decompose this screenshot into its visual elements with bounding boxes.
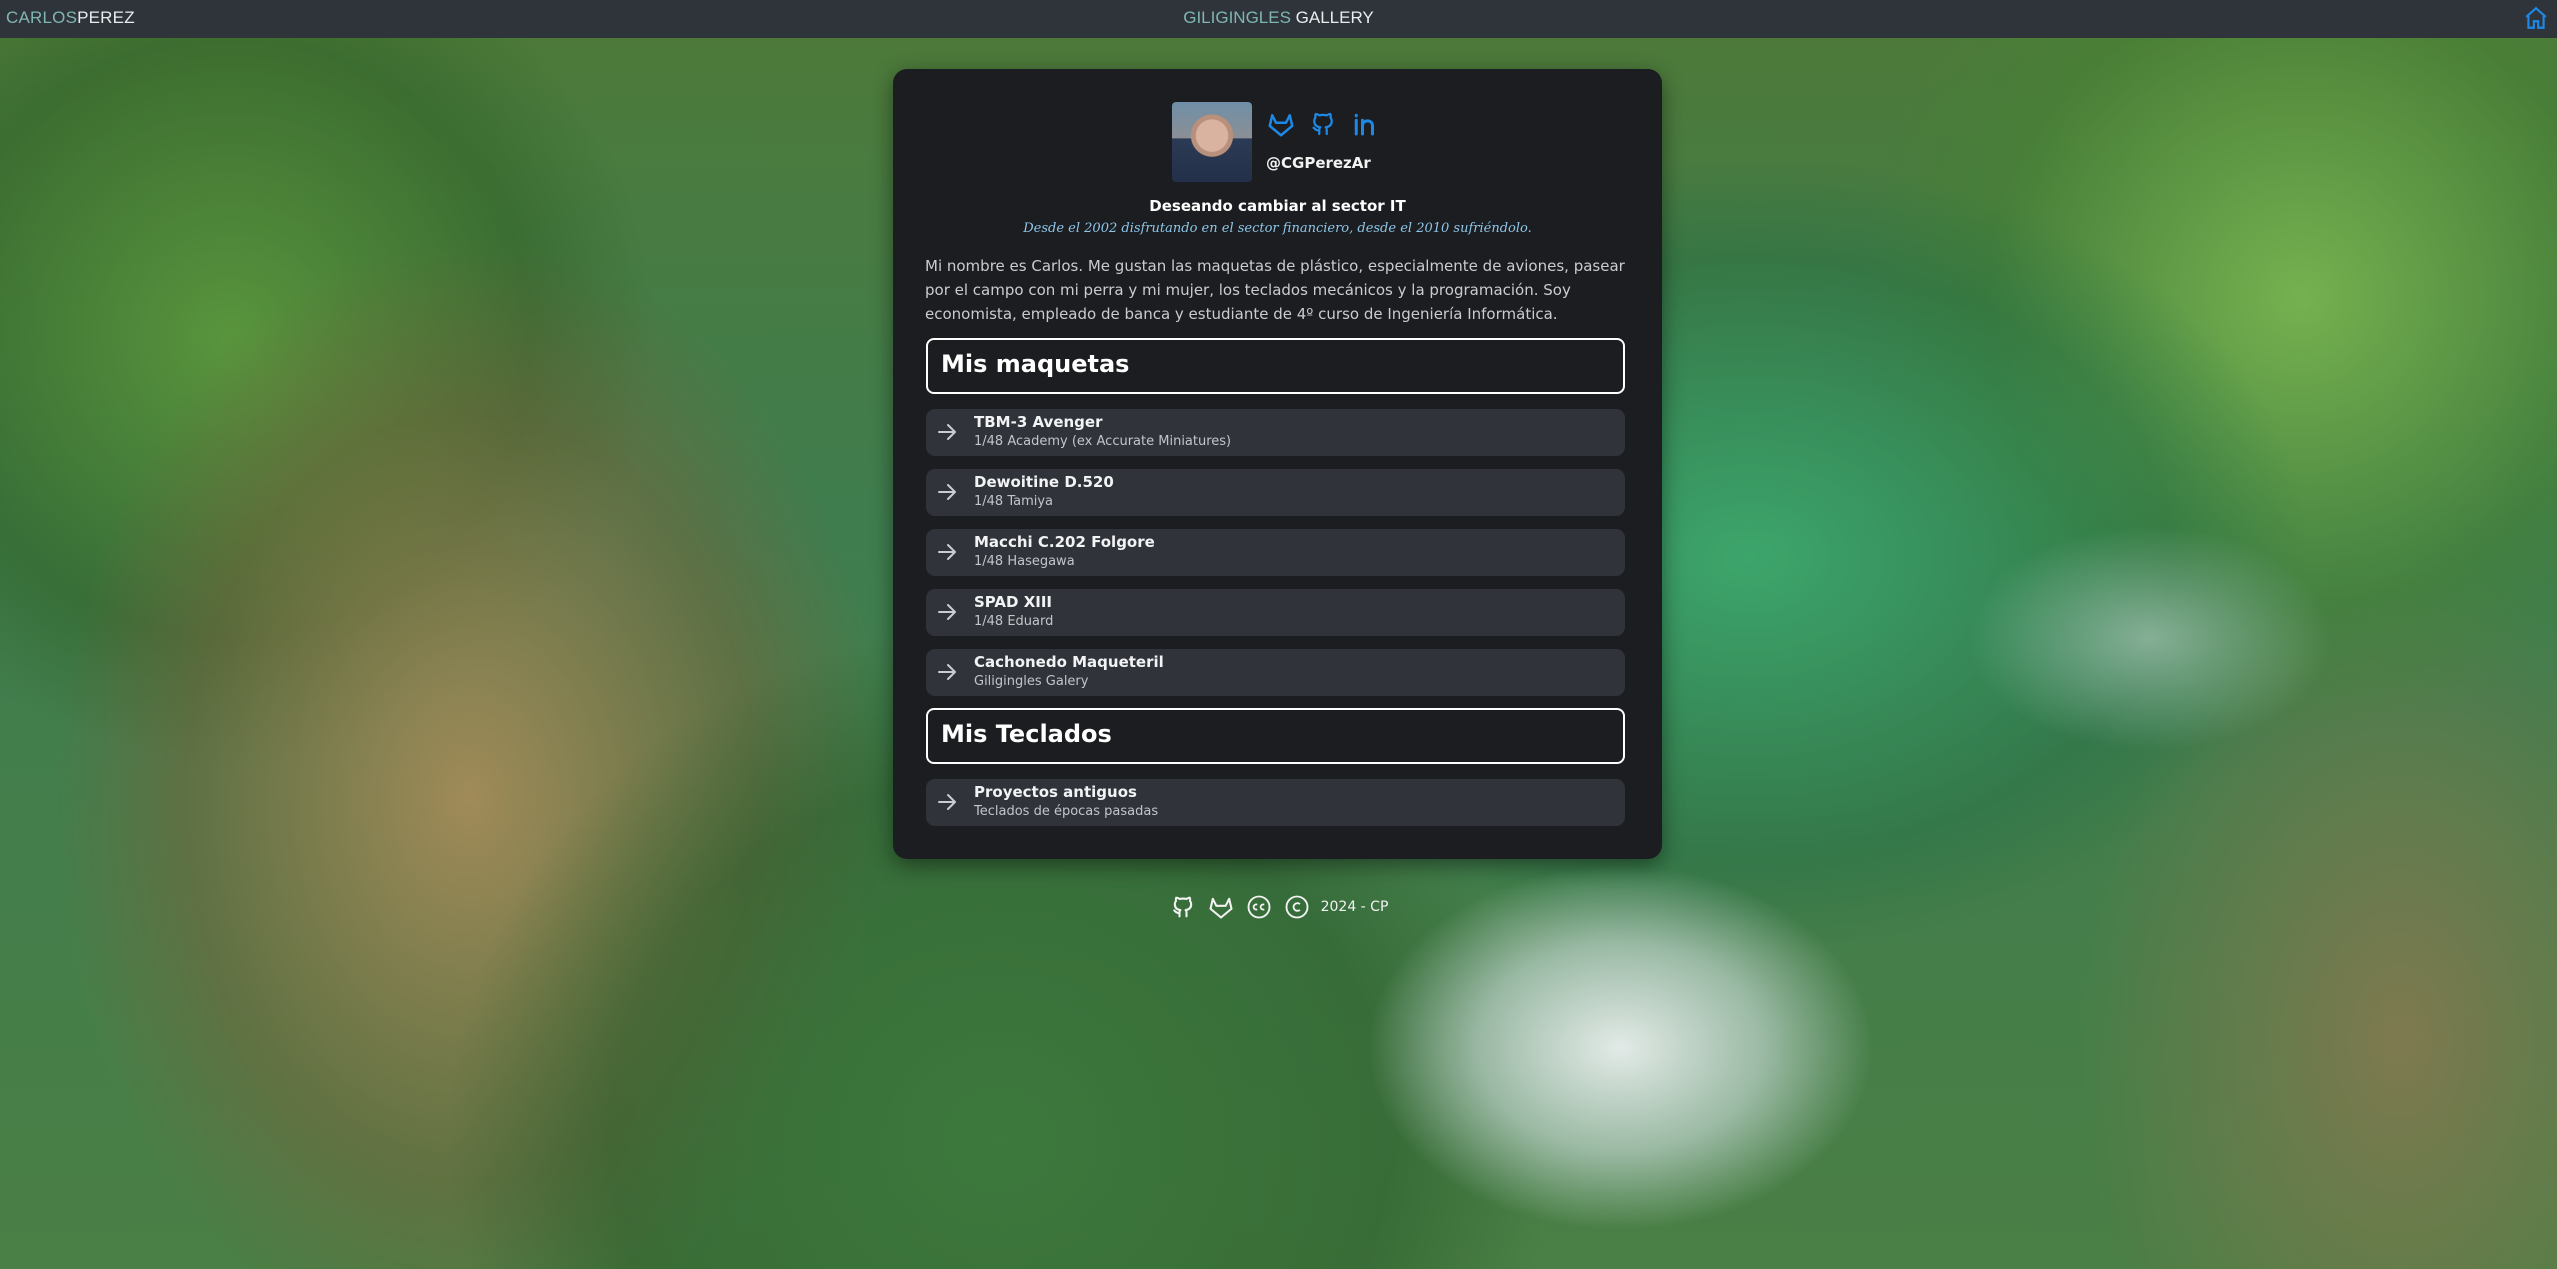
profile-bio: Mi nombre es Carlos. Me gustan las maque… (925, 257, 1625, 323)
social-links (1266, 109, 1380, 139)
github-icon[interactable] (1169, 893, 1197, 921)
item-title: Macchi C.202 Folgore (974, 533, 1155, 551)
profile-tagline: Deseando cambiar al sector IT (1149, 197, 1406, 215)
arrow-right-icon (938, 794, 956, 810)
gallery-title-link[interactable]: GILIGINGLES GALLERY (0, 8, 2557, 28)
profile-subtitle: Desde el 2002 disfrutando en el sector f… (1023, 221, 1532, 236)
item-title: TBM-3 Avenger (974, 413, 1103, 431)
item-subtitle: Giligingles Galery (974, 674, 1089, 689)
item-title: Dewoitine D.520 (974, 473, 1114, 491)
arrow-right-icon (938, 484, 956, 500)
item-title: SPAD XIII (974, 593, 1053, 611)
gallery-second: GALLERY (1295, 8, 1374, 27)
arrow-right-icon (938, 424, 956, 440)
top-navbar: CARLOSPEREZ GILIGINGLES GALLERY (0, 0, 2557, 38)
item-title: Proyectos antiguos (974, 783, 1137, 801)
item-title: Cachonedo Maqueteril (974, 653, 1164, 671)
item-subtitle: 1/48 Academy (ex Accurate Miniatures) (974, 434, 1232, 449)
section-heading: Mis maquetas (941, 350, 1130, 378)
list-item-cachonedo-maqueteril[interactable]: Cachonedo Maqueteril Giligingles Galery (926, 649, 1625, 696)
arrow-right-icon (938, 604, 956, 620)
gallery-first: GILIGINGLES (1183, 8, 1291, 27)
item-subtitle: 1/48 Eduard (974, 614, 1054, 629)
gitlab-icon[interactable] (1207, 893, 1235, 921)
gitlab-icon[interactable] (1266, 109, 1296, 139)
github-icon[interactable] (1308, 109, 1338, 139)
linkedin-icon[interactable] (1350, 109, 1380, 139)
list-item-dewoitine-d520[interactable]: Dewoitine D.520 1/48 Tamiya (926, 469, 1625, 516)
item-subtitle: Teclados de épocas pasadas (974, 804, 1159, 819)
arrow-right-icon (938, 664, 956, 680)
footer-text: 2024 - CP (1320, 899, 1389, 915)
arrow-right-icon (938, 544, 956, 560)
list-item-tbm3-avenger[interactable]: TBM-3 Avenger 1/48 Academy (ex Accurate … (926, 409, 1625, 456)
section-heading: Mis Teclados (941, 720, 1112, 748)
page-footer: 2024 - CP (0, 890, 2557, 924)
profile-handle: @CGPerezAr (1266, 154, 1371, 172)
avatar (1172, 102, 1252, 182)
item-subtitle: 1/48 Tamiya (974, 494, 1054, 509)
profile-card: @CGPerezAr Deseando cambiar al sector IT… (893, 69, 1662, 859)
list-item-proyectos-antiguos[interactable]: Proyectos antiguos Teclados de épocas pa… (926, 779, 1625, 826)
list-item-spad-xiii[interactable]: SPAD XIII 1/48 Eduard (926, 589, 1625, 636)
home-icon[interactable] (2523, 5, 2549, 31)
section-maquetas: Mis maquetas (926, 338, 1625, 394)
creative-commons-icon[interactable] (1245, 893, 1273, 921)
item-subtitle: 1/48 Hasegawa (974, 554, 1075, 569)
section-teclados: Mis Teclados (926, 708, 1625, 764)
list-item-macchi-c202[interactable]: Macchi C.202 Folgore 1/48 Hasegawa (926, 529, 1625, 576)
copyright-icon (1285, 895, 1309, 919)
